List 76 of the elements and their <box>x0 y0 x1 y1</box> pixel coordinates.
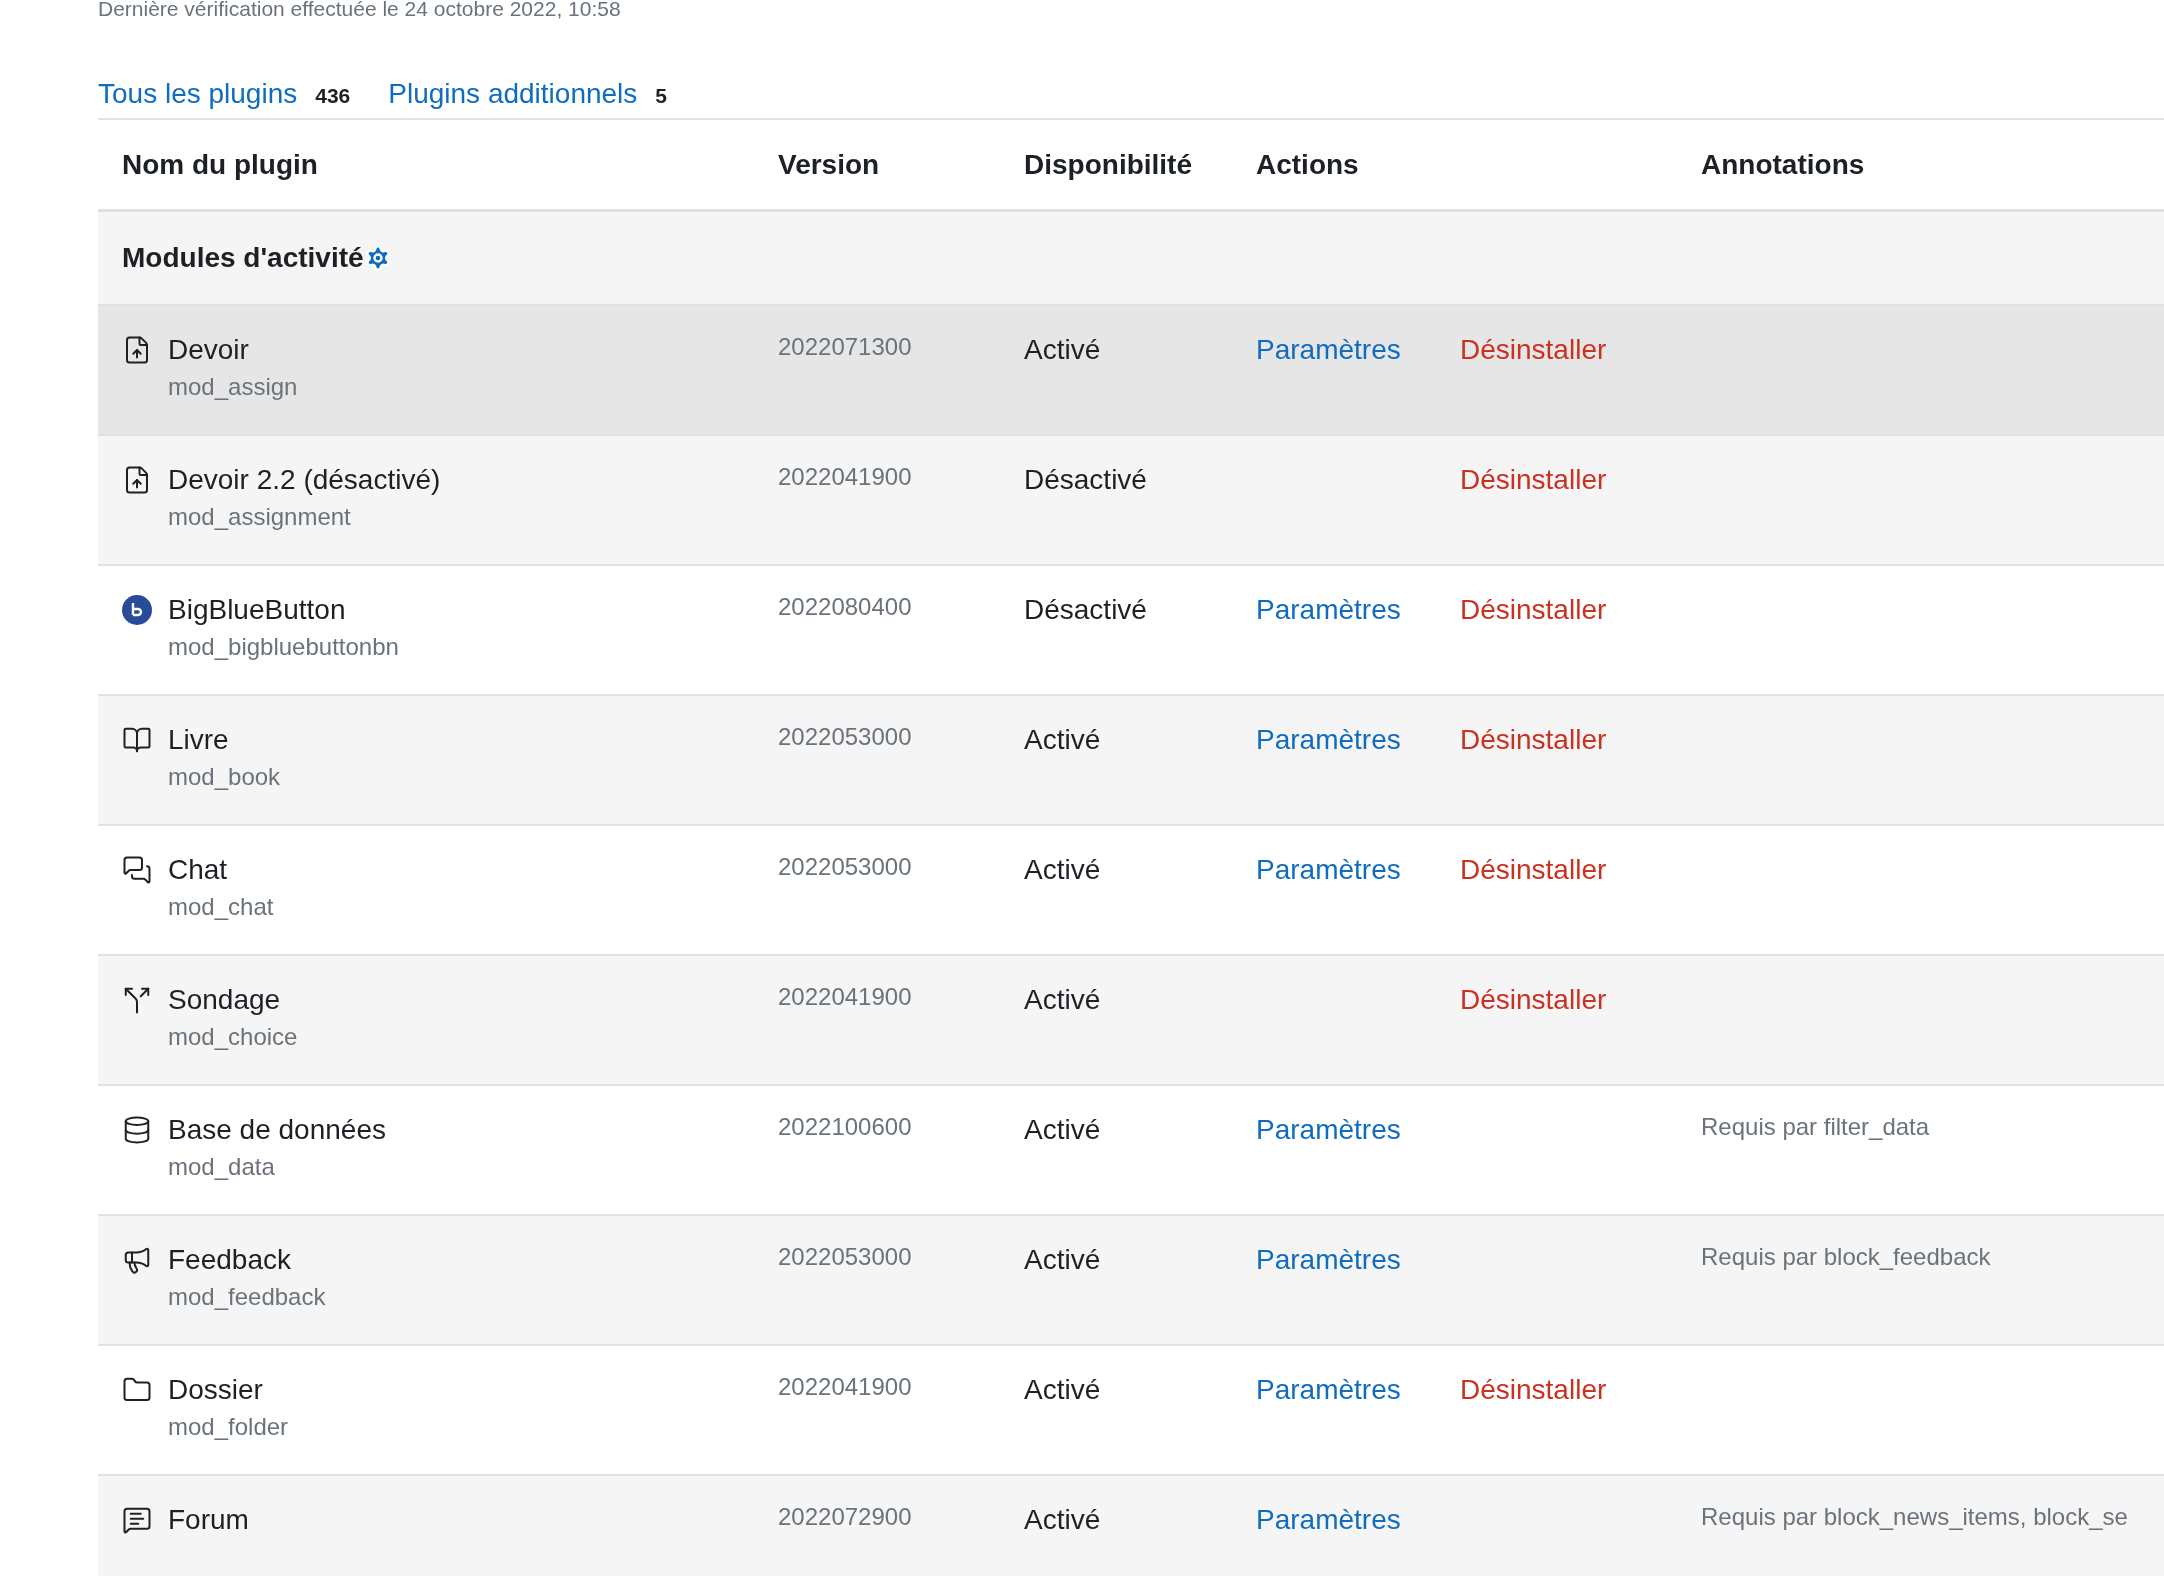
plugin-version: 2022100600 <box>778 1112 913 1142</box>
plugin-name: Chat <box>168 853 228 887</box>
tab-link[interactable]: Tous les plugins <box>98 76 298 112</box>
uninstall-link[interactable]: Désinstaller <box>1460 1374 1607 1405</box>
availability-text: Activé <box>1024 1113 1102 1147</box>
plugin-version: 2022080400 <box>778 592 913 622</box>
last-check-text: Dernière vérification effectuée le 24 octobre 2022, 10:58 <box>98 0 622 20</box>
tab-link[interactable]: Plugins additionnels <box>388 76 638 112</box>
plugin-component: mod_choice <box>167 1022 299 1052</box>
plugin-version: 2022053000 <box>778 1242 913 1272</box>
availability-text: Activé <box>1024 853 1102 887</box>
annotation-text: Requis par block_news_items, block_se <box>1701 1503 2128 1530</box>
plugin-name: Base de données <box>168 1113 386 1147</box>
plugin-name: Devoir 2.2 (désactivé) <box>168 463 441 497</box>
plugin-component: mod_bigbluebuttonbn <box>167 632 400 662</box>
settings-link[interactable]: Paramètres <box>1256 1504 1401 1535</box>
plugin-version: 2022041900 <box>778 982 913 1012</box>
plugin-component: mod_book <box>167 762 282 792</box>
plugin-name: Feedback <box>168 1243 291 1277</box>
plugin-component: mod_folder <box>167 1412 290 1442</box>
plugin-version: 2022053000 <box>778 852 913 882</box>
plugin-component: mod_data <box>167 1152 276 1182</box>
plugin-version: 2022053000 <box>778 722 913 752</box>
plugin-component: mod_assign <box>167 372 299 402</box>
plugin-name: Livre <box>168 723 229 757</box>
settings-icon[interactable] <box>363 244 392 272</box>
column-header: Annotations <box>1701 147 1866 182</box>
settings-link[interactable]: Paramètres <box>1256 1244 1401 1275</box>
settings-link[interactable]: Paramètres <box>1256 1374 1401 1405</box>
book-icon <box>122 725 152 755</box>
plugin-component: mod_chat <box>167 892 275 922</box>
uninstall-link[interactable]: Désinstaller <box>1460 854 1607 885</box>
chat-bubbles-icon <box>122 855 152 885</box>
availability-text: Désactivé <box>1024 463 1148 497</box>
tab-count: 5 <box>655 83 668 109</box>
settings-link[interactable]: Paramètres <box>1256 334 1401 365</box>
plugin-name: Dossier <box>168 1373 263 1407</box>
plugin-component: mod_feedback <box>167 1282 327 1312</box>
column-header: Actions <box>1256 147 1360 182</box>
megaphone-icon <box>122 1245 152 1275</box>
letter-b-logo-icon <box>122 595 152 625</box>
availability-text: Activé <box>1024 723 1102 757</box>
uninstall-link[interactable]: Désinstaller <box>1460 724 1607 755</box>
plugin-component: mod_assignment <box>167 502 352 532</box>
message-icon <box>122 1505 152 1535</box>
column-header: Version <box>778 147 881 182</box>
settings-link[interactable]: Paramètres <box>1256 724 1401 755</box>
availability-text: Activé <box>1024 1243 1102 1277</box>
uninstall-link[interactable]: Désinstaller <box>1460 984 1607 1015</box>
annotation-text: Requis par block_feedback <box>1701 1243 1991 1270</box>
uninstall-link[interactable]: Désinstaller <box>1460 334 1607 365</box>
group-title: Modules d'activité <box>122 241 364 275</box>
availability-text: Activé <box>1024 333 1102 367</box>
uninstall-link[interactable]: Désinstaller <box>1460 464 1607 495</box>
plugin-version: 2022041900 <box>778 462 913 492</box>
plugin-version: 2022072900 <box>778 1502 913 1532</box>
column-header: Nom du plugin <box>121 147 319 182</box>
settings-link[interactable]: Paramètres <box>1256 1114 1401 1145</box>
tab-count: 436 <box>315 83 351 109</box>
plugin-name: Forum <box>168 1503 249 1537</box>
plugin-name: Sondage <box>168 983 281 1017</box>
plugin-version: 2022041900 <box>778 1372 913 1402</box>
availability-text: Activé <box>1024 1503 1102 1537</box>
database-icon <box>122 1115 152 1145</box>
plugin-name: BigBlueButton <box>168 593 346 627</box>
annotation-text: Requis par filter_data <box>1701 1113 1930 1140</box>
availability-text: Activé <box>1024 983 1102 1017</box>
column-header: Disponibilité <box>1024 147 1193 182</box>
plugin-version: 2022071300 <box>778 332 913 362</box>
uninstall-link[interactable]: Désinstaller <box>1460 594 1607 625</box>
settings-link[interactable]: Paramètres <box>1256 854 1401 885</box>
availability-text: Désactivé <box>1024 593 1148 627</box>
fork-arrows-icon <box>122 985 152 1015</box>
plugin-name: Devoir <box>168 333 249 367</box>
availability-text: Activé <box>1024 1373 1102 1407</box>
settings-link[interactable]: Paramètres <box>1256 594 1401 625</box>
